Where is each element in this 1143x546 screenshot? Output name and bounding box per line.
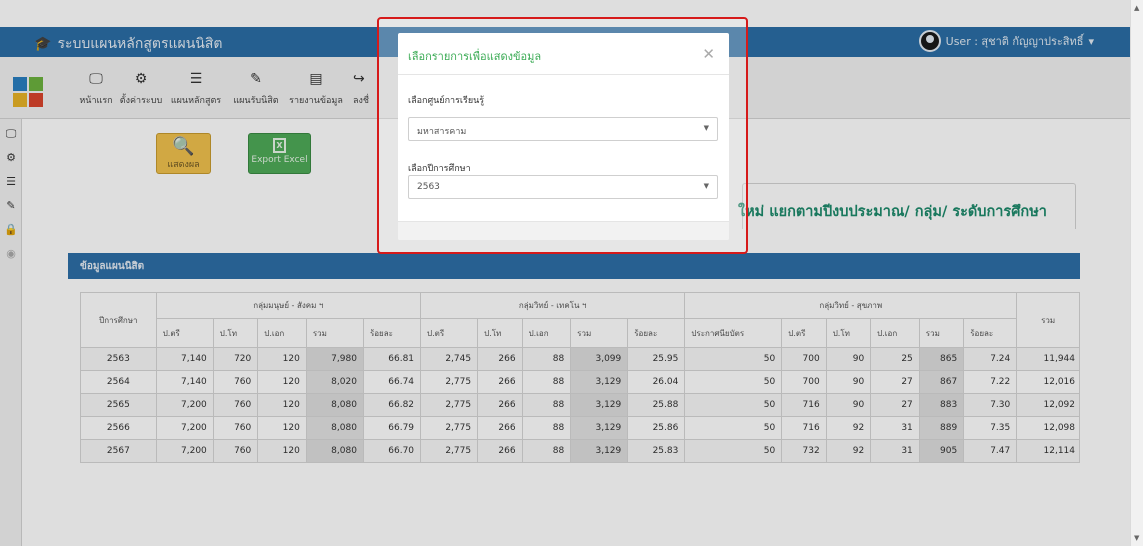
center-select-value: มหาสารคาม (417, 127, 467, 137)
scroll-down-icon[interactable]: ▼ (1134, 534, 1139, 542)
year-label: เลือกปีการศึกษา (408, 164, 471, 174)
modal-divider (398, 74, 729, 75)
app-window: 🎓 ระบบแผนหลักสูตรแผนนิสิต User : สุชาติ … (0, 0, 1130, 546)
center-select[interactable]: มหาสารคาม ▼ (408, 117, 718, 141)
year-select-value: 2563 (417, 182, 440, 192)
close-icon[interactable]: ✕ (702, 45, 715, 63)
vertical-scrollbar[interactable]: ▲ ▼ (1130, 0, 1143, 546)
modal-footer (398, 221, 729, 240)
modal-title: เลือกรายการเพื่อแสดงข้อมูล (408, 50, 542, 63)
chevron-down-icon: ▼ (703, 182, 709, 190)
select-modal: เลือกรายการเพื่อแสดงข้อมูล ✕ เลือกศูนย์ก… (398, 33, 729, 240)
scroll-up-icon[interactable]: ▲ (1134, 4, 1139, 12)
center-label: เลือกศูนย์การเรียนรู้ (408, 96, 485, 106)
year-select[interactable]: 2563 ▼ (408, 175, 718, 199)
chevron-down-icon: ▼ (703, 124, 709, 132)
